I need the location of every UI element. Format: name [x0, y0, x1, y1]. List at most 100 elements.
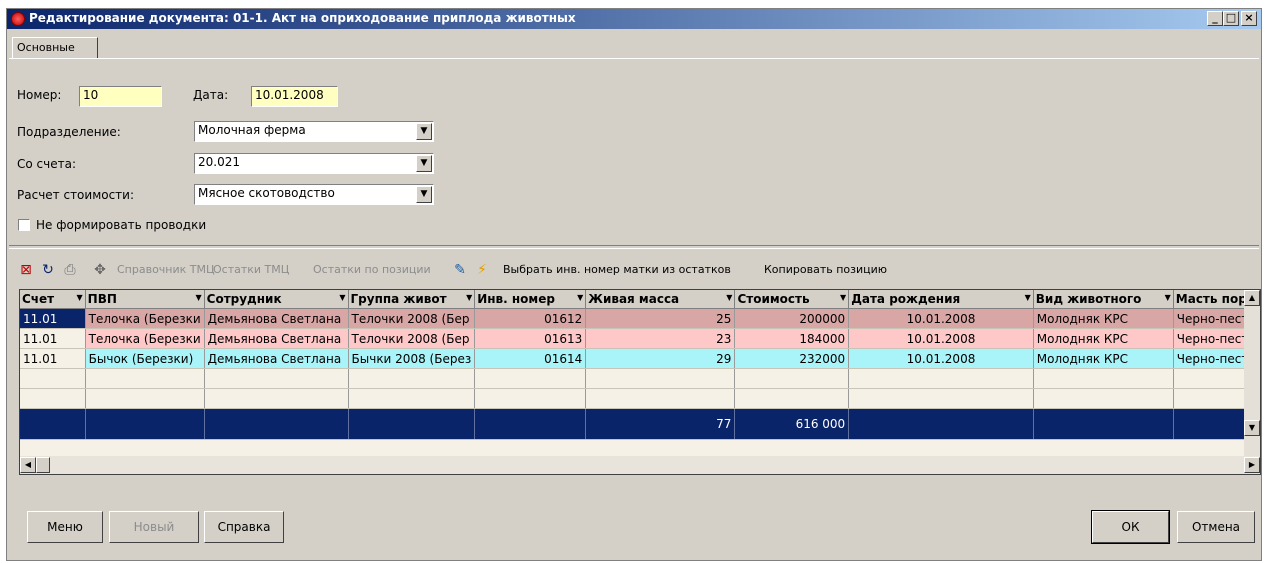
cell-group[interactable]: Бычки 2008 (Берез [348, 348, 476, 369]
filter-arrow-icon[interactable]: ▼ [77, 293, 83, 302]
cell-pvp[interactable]: Бычок (Березки) [85, 348, 205, 369]
column-header[interactable]: Сотрудник ▼ [204, 290, 349, 309]
account-label: Со счета: [17, 157, 76, 171]
cell-cost[interactable]: 200000 [734, 308, 850, 329]
maximize-button[interactable]: □ [1223, 11, 1239, 26]
column-header[interactable]: Живая масса ▼ [585, 290, 736, 309]
grid-header: Счет ▼ ПВП ▼ Сотрудник ▼ Группа живот ▼ Инв.… [20, 290, 1260, 309]
table-row[interactable]: 11.01 Бычок (Березки) Демьянова Светлана… [20, 348, 1260, 369]
column-header[interactable]: Вид животного ▼ [1033, 290, 1174, 309]
cell-employee[interactable]: Демьянова Светлана [204, 328, 349, 349]
filter-arrow-icon[interactable]: ▼ [1165, 293, 1171, 302]
copy-position-button[interactable]: Копировать позицию [764, 263, 887, 276]
table-row[interactable]: 11.01 Телочка (Березки Демьянова Светлан… [20, 308, 1260, 329]
minimize-button[interactable]: _ [1207, 11, 1223, 26]
cost-calc-value: Мясное скотоводство [198, 186, 335, 200]
cell-live-weight[interactable]: 23 [585, 328, 736, 349]
empty-row [20, 388, 1260, 409]
cell-birth-date[interactable]: 10.01.2008 [848, 348, 1034, 369]
scroll-thumb[interactable] [36, 457, 50, 473]
cell-inv-number[interactable]: 01612 [474, 308, 587, 329]
filter-arrow-icon[interactable]: ▼ [195, 293, 201, 302]
cell-animal-kind[interactable]: Молодняк КРС [1033, 348, 1174, 369]
cell-account[interactable]: 11.01 [20, 348, 86, 369]
cell-cost[interactable]: 232000 [734, 348, 850, 369]
title-bar: Редактирование документа: 01-1. Акт на о… [7, 9, 1261, 29]
account-value: 20.021 [198, 155, 240, 169]
cell-employee[interactable]: Демьянова Светлана [204, 308, 349, 329]
total-cost: 616 000 [734, 408, 850, 440]
column-header[interactable]: ПВП ▼ [85, 290, 205, 309]
column-header[interactable]: Группа живот ▼ [348, 290, 476, 309]
cell-birth-date[interactable]: 10.01.2008 [848, 308, 1034, 329]
column-header[interactable]: Инв. номер ▼ [474, 290, 587, 309]
new-button[interactable]: Новый [109, 511, 199, 543]
refresh-icon[interactable]: ↻ [39, 261, 57, 279]
edit-icon[interactable]: ✎ [451, 261, 469, 279]
cell-inv-number[interactable]: 01614 [474, 348, 587, 369]
number-field[interactable]: 10 [79, 86, 162, 107]
scroll-up-icon[interactable]: ▲ [1244, 290, 1260, 306]
ref-tmc-button[interactable]: Справочник ТМЦ [117, 263, 215, 276]
menu-button[interactable]: Меню [27, 511, 103, 543]
cell-group[interactable]: Телочки 2008 (Бер [348, 308, 476, 329]
stock-by-position-button[interactable]: Остатки по позиции [313, 263, 431, 276]
vertical-scrollbar[interactable]: ▲ ▼ [1244, 290, 1260, 456]
filter-arrow-icon[interactable]: ▼ [577, 293, 583, 302]
account-select[interactable]: 20.021 ▼ [194, 153, 434, 174]
document-edit-window: Редактирование документа: 01-1. Акт на о… [6, 8, 1262, 561]
scroll-right-icon[interactable]: ▶ [1244, 457, 1260, 473]
filter-arrow-icon[interactable]: ▼ [466, 293, 472, 302]
column-header[interactable]: Счет ▼ [20, 290, 86, 309]
app-icon [11, 12, 25, 26]
scroll-left-icon[interactable]: ◀ [20, 457, 36, 473]
chevron-down-icon[interactable]: ▼ [416, 186, 432, 203]
cell-birth-date[interactable]: 10.01.2008 [848, 328, 1034, 349]
delete-row-icon[interactable]: ⊠ [17, 261, 35, 279]
no-postings-checkbox[interactable] [18, 219, 30, 231]
filter-arrow-icon[interactable]: ▼ [1025, 293, 1031, 302]
scroll-down-icon[interactable]: ▼ [1244, 420, 1260, 436]
cell-account[interactable]: 11.01 [20, 308, 86, 329]
cell-live-weight[interactable]: 29 [585, 348, 736, 369]
stock-tmc-button[interactable]: Остатки ТМЦ [213, 263, 289, 276]
filter-arrow-icon[interactable]: ▼ [726, 293, 732, 302]
column-header[interactable]: Стоимость ▼ [734, 290, 850, 309]
table-row[interactable]: 11.01 Телочка (Березки Демьянова Светлан… [20, 328, 1260, 349]
chevron-down-icon[interactable]: ▼ [416, 155, 432, 172]
date-label: Дата: [193, 88, 229, 102]
cell-live-weight[interactable]: 25 [585, 308, 736, 329]
totals-row: 77 616 000 [20, 408, 1260, 440]
division-label: Подразделение: [17, 125, 121, 139]
cell-group[interactable]: Телочки 2008 (Бер [348, 328, 476, 349]
tab-main[interactable]: Основные [12, 37, 98, 59]
cell-inv-number[interactable]: 01613 [474, 328, 587, 349]
help-button[interactable]: Справка [204, 511, 284, 543]
ok-button[interactable]: ОК [1091, 510, 1170, 544]
column-header[interactable]: Дата рождения ▼ [848, 290, 1034, 309]
cell-animal-kind[interactable]: Молодняк КРС [1033, 328, 1174, 349]
chevron-down-icon[interactable]: ▼ [416, 123, 432, 140]
cell-animal-kind[interactable]: Молодняк КРС [1033, 308, 1174, 329]
date-field[interactable]: 10.01.2008 [251, 86, 338, 107]
select-inv-number-button[interactable]: Выбрать инв. номер матки из остатков [503, 263, 731, 276]
cost-calc-label: Расчет стоимости: [17, 188, 135, 202]
close-button[interactable]: × [1241, 11, 1257, 26]
cost-calc-select[interactable]: Мясное скотоводство ▼ [194, 184, 434, 205]
cell-pvp[interactable]: Телочка (Березки [85, 328, 205, 349]
move-icon[interactable]: ✥ [91, 261, 109, 279]
cell-employee[interactable]: Демьянова Светлана [204, 348, 349, 369]
cell-cost[interactable]: 184000 [734, 328, 850, 349]
animals-grid: Счет ▼ ПВП ▼ Сотрудник ▼ Группа живот ▼ Инв.… [19, 289, 1261, 475]
cell-pvp[interactable]: Телочка (Березки [85, 308, 205, 329]
divider [9, 245, 1259, 249]
horizontal-scrollbar[interactable]: ◀ ▶ [20, 456, 1260, 474]
filter-arrow-icon[interactable]: ▼ [339, 293, 345, 302]
lightning-icon[interactable]: ⚡ [473, 261, 491, 279]
cancel-button[interactable]: Отмена [1177, 511, 1255, 543]
division-value: Молочная ферма [198, 123, 306, 137]
cell-account[interactable]: 11.01 [20, 328, 86, 349]
filter-arrow-icon[interactable]: ▼ [840, 293, 846, 302]
division-select[interactable]: Молочная ферма ▼ [194, 121, 434, 142]
print-icon[interactable]: ⎙ [61, 261, 79, 279]
